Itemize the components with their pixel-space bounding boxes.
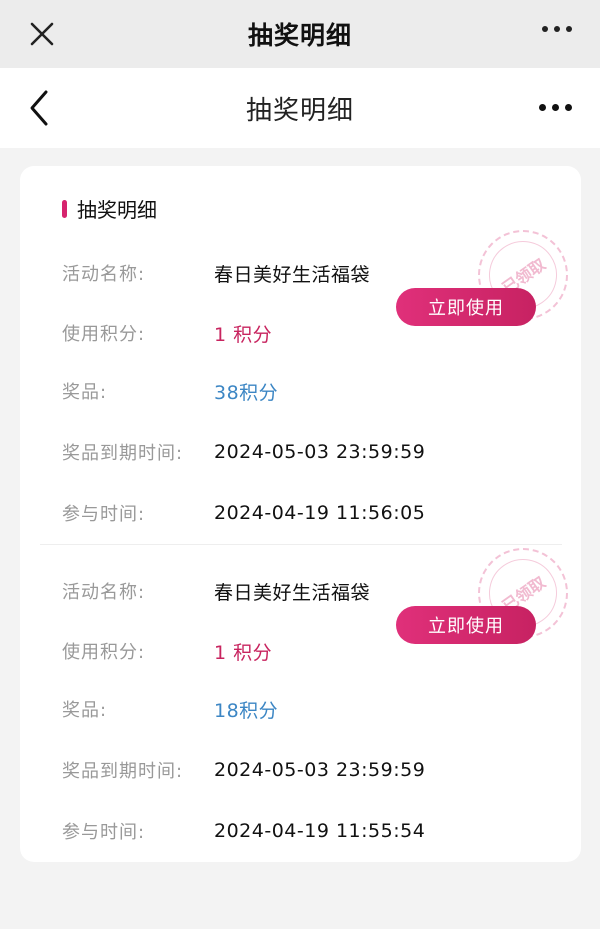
prize-value: 18积分 xyxy=(214,699,279,722)
join-time-label: 参与时间: xyxy=(62,504,146,525)
prize-row: 奖品: 38积分 xyxy=(62,376,278,406)
prize-value: 38积分 xyxy=(214,381,279,404)
points-used-row: 使用积分: 1 积分 xyxy=(62,318,272,348)
page-more-icon[interactable] xyxy=(539,104,572,111)
join-time-row: 参与时间: 2024-04-19 11:56:05 xyxy=(62,498,425,528)
join-time-label: 参与时间: xyxy=(62,822,146,843)
activity-value: 春日美好生活福袋 xyxy=(214,263,371,286)
lottery-detail-card: 抽奖明细 已领取 活动名称: 春日美好生活福袋 立即使用 使用积分: 1 积分 … xyxy=(20,166,581,862)
points-used-value: 1 积分 xyxy=(214,323,273,346)
activity-row: 活动名称: 春日美好生活福袋 xyxy=(62,258,370,288)
activity-label: 活动名称: xyxy=(62,264,146,285)
page-title: 抽奖明细 xyxy=(245,95,354,126)
points-used-row: 使用积分: 1 积分 xyxy=(62,636,272,666)
window-title: 抽奖明细 xyxy=(247,21,352,50)
use-now-button[interactable]: 立即使用 xyxy=(396,288,536,326)
join-time-row: 参与时间: 2024-04-19 11:55:54 xyxy=(62,816,425,846)
window-title-bar: 抽奖明细 xyxy=(0,0,600,68)
use-now-button[interactable]: 立即使用 xyxy=(396,606,536,644)
back-arrow-icon[interactable] xyxy=(26,88,54,128)
join-time-value: 2024-04-19 11:56:05 xyxy=(214,502,426,524)
activity-value: 春日美好生活福袋 xyxy=(214,581,371,604)
points-used-value: 1 积分 xyxy=(214,641,273,664)
points-used-label: 使用积分: xyxy=(62,324,146,345)
prize-expiry-label: 奖品到期时间: xyxy=(62,761,184,782)
prize-label: 奖品: xyxy=(62,382,108,403)
prize-expiry-row: 奖品到期时间: 2024-05-03 23:59:59 xyxy=(62,437,425,467)
join-time-value: 2024-04-19 11:55:54 xyxy=(214,820,426,842)
page-header: 抽奖明细 xyxy=(0,68,600,148)
window-more-icon[interactable] xyxy=(542,26,572,32)
points-used-label: 使用积分: xyxy=(62,642,146,663)
close-icon[interactable] xyxy=(28,20,56,48)
activity-label: 活动名称: xyxy=(62,582,146,603)
prize-label: 奖品: xyxy=(62,700,108,721)
prize-expiry-label: 奖品到期时间: xyxy=(62,443,184,464)
section-header: 抽奖明细 xyxy=(62,194,157,223)
prize-row: 奖品: 18积分 xyxy=(62,694,278,724)
section-title: 抽奖明细 xyxy=(77,198,157,222)
prize-expiry-row: 奖品到期时间: 2024-05-03 23:59:59 xyxy=(62,755,425,785)
section-accent-bar xyxy=(62,199,67,218)
record-divider xyxy=(40,544,562,545)
prize-expiry-value: 2024-05-03 23:59:59 xyxy=(214,441,426,463)
activity-row: 活动名称: 春日美好生活福袋 xyxy=(62,576,370,606)
prize-expiry-value: 2024-05-03 23:59:59 xyxy=(214,759,426,781)
